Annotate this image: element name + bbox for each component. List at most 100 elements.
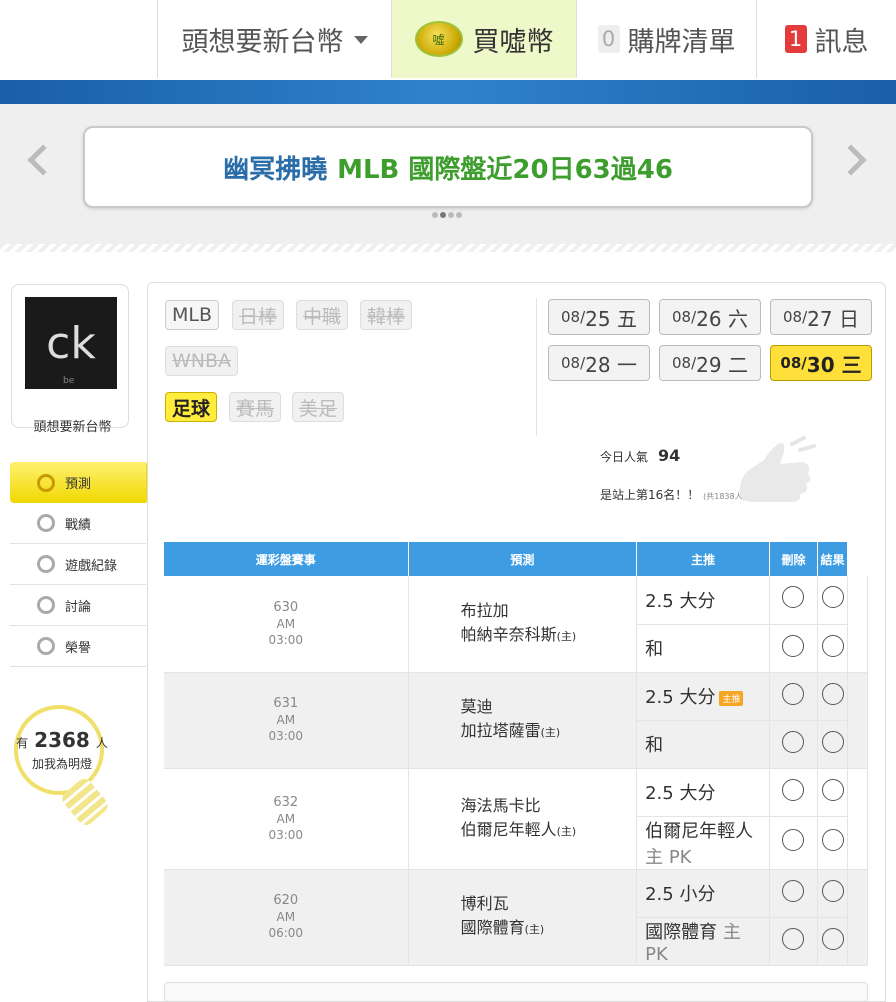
menu-item-game-history[interactable]: 遊戲紀錄 [10,544,146,585]
buy-coins-button[interactable]: 噓 買噓幣 [391,0,576,78]
delete-radio[interactable] [821,586,844,609]
date-button[interactable]: 08/25 五 [548,299,650,335]
menu-item-discuss[interactable]: 討論 [10,585,146,626]
delete-cell [817,576,849,625]
profile-card: ck be [11,284,129,428]
game-number-cell: 620 AM 06:00 [164,869,409,966]
delete-cell [817,768,849,817]
rank-text: 是站上第16名！！ [600,488,700,502]
delete-radio[interactable] [821,634,844,657]
prediction-text: 和 [645,735,664,756]
delete-cell [817,624,849,673]
profile-username: 頭想要新台幣 [33,420,112,435]
date-button[interactable]: 08/26 六 [659,299,761,335]
main-pick-radio[interactable] [782,927,805,950]
prediction-cell: 伯爾尼年輕人 主 PK [636,816,771,870]
banner-slide[interactable]: 幽冥拂曉 MLB 國際盤近20日63過46 [83,126,813,208]
table-header-row: 運彩盤賽事 預測 主推 刪除 結果 [164,542,868,576]
sport-tab-soccer[interactable]: 足球 [165,392,218,422]
message-count-badge: 1 [784,25,807,53]
delete-radio[interactable] [821,778,844,801]
promo-banner: 幽冥拂曉 MLB 國際盤近20日63過46 [0,104,896,252]
delete-cell [817,816,849,870]
game-time: 03:00 [268,729,304,743]
sport-tab-horse: 賽馬 [229,392,282,422]
game-time: 06:00 [268,926,304,940]
fans-prefix: 有 [16,736,29,750]
game-time: 03:00 [268,827,304,842]
buy-coins-label: 買噓幣 [472,26,554,58]
carousel-dots [432,212,462,218]
delete-radio[interactable] [821,879,844,902]
game-ampm: AM [276,910,296,924]
delete-cell [817,672,849,721]
banner-record: MLB 國際盤近20日63過46 [337,154,673,185]
menu-item-honor[interactable]: 榮譽 [10,626,146,667]
home-team-name: 加拉塔薩雷 [460,721,541,740]
main-pick-radio[interactable] [782,829,805,851]
avatar[interactable]: ck be [25,297,117,389]
main-pick-cell [769,768,818,817]
sport-tab-mlb[interactable]: MLB [165,300,220,330]
menu-item-label: 戰績 [65,517,92,533]
fans-suffix: 人 [95,736,108,750]
date-button[interactable]: 08/29 二 [659,345,761,381]
delete-radio[interactable] [821,829,844,851]
menu-item-label: 預測 [65,477,92,492]
main-pick-radio[interactable] [782,634,805,657]
messages-button[interactable]: 1 訊息 [756,0,896,78]
game-number: 632 [273,794,299,810]
chevron-right-icon[interactable] [835,144,867,176]
popularity-today: 今日人氣 94 [600,446,680,465]
target-icon [37,473,55,492]
game-ampm: AM [276,811,296,826]
date-month: 08/ [672,354,697,372]
date-month: 08/ [561,308,586,326]
prediction-table: 運彩盤賽事 預測 主推 刪除 結果 630 AM 03:00 布拉加 帕納辛奈科… [164,542,868,966]
home-tag: (主) [540,726,561,739]
delete-radio[interactable] [821,927,844,950]
teams-cell: 布拉加 帕納辛奈科斯(主) [408,576,638,673]
date-month: 08/ [672,308,697,326]
chevron-left-icon[interactable] [27,144,59,176]
away-team: 博利瓦 [460,894,509,913]
teams-cell: 海法馬卡比 伯爾尼年輕人(主) [408,768,638,870]
date-button[interactable]: 08/27 日 [770,299,872,335]
main-pick-radio[interactable] [782,778,805,801]
popularity-rank: 是站上第16名！！ (共1838人) [600,486,746,503]
date-button[interactable]: 08/28 一 [548,345,650,381]
carousel-dot[interactable] [448,212,454,218]
menu-item-label: 遊戲紀錄 [65,558,118,574]
carousel-dot[interactable] [456,212,462,218]
carousel-dot-active[interactable] [440,212,446,218]
main-pick-cell [769,624,818,673]
main-pick-cell [769,917,818,966]
main-pick-radio[interactable] [782,586,805,609]
main-pick-badge: 主推 [719,690,744,706]
main-pick-radio[interactable] [782,730,805,753]
caret-down-icon [353,36,368,44]
game-number: 631 [273,696,299,711]
user-dropdown[interactable]: 頭想要新台幣 [157,0,391,78]
home-tag: (主) [524,923,545,936]
menu-item-record[interactable]: 戰績 [10,503,146,544]
result-cell [847,672,868,769]
prediction-cell: 2.5 小分 [636,869,771,918]
delete-radio[interactable] [821,730,844,753]
menu-item-predict[interactable]: 預測 [10,462,156,503]
prediction-text: 2.5 大分 [645,687,716,708]
date-day: 26 六 [696,306,748,331]
popularity-value: 94 [658,446,681,465]
profile-menu: 預測 戰績 遊戲紀錄 討論 榮譽 [10,462,156,667]
date-button-active[interactable]: 08/30 三 [770,345,872,381]
main-pick-radio[interactable] [782,879,805,902]
cart-button[interactable]: 0 購牌清單 [576,0,756,78]
main-pick-radio[interactable] [782,682,805,705]
avatar-text: ck [46,317,96,369]
carousel-dot[interactable] [432,212,438,218]
delete-radio[interactable] [821,682,844,705]
follow-link[interactable]: 加我為明燈 [12,755,112,772]
game-number: 630 [273,599,299,615]
col-header-delete: 刪除 [769,542,818,576]
prediction-tag: 主 PK [645,846,692,868]
